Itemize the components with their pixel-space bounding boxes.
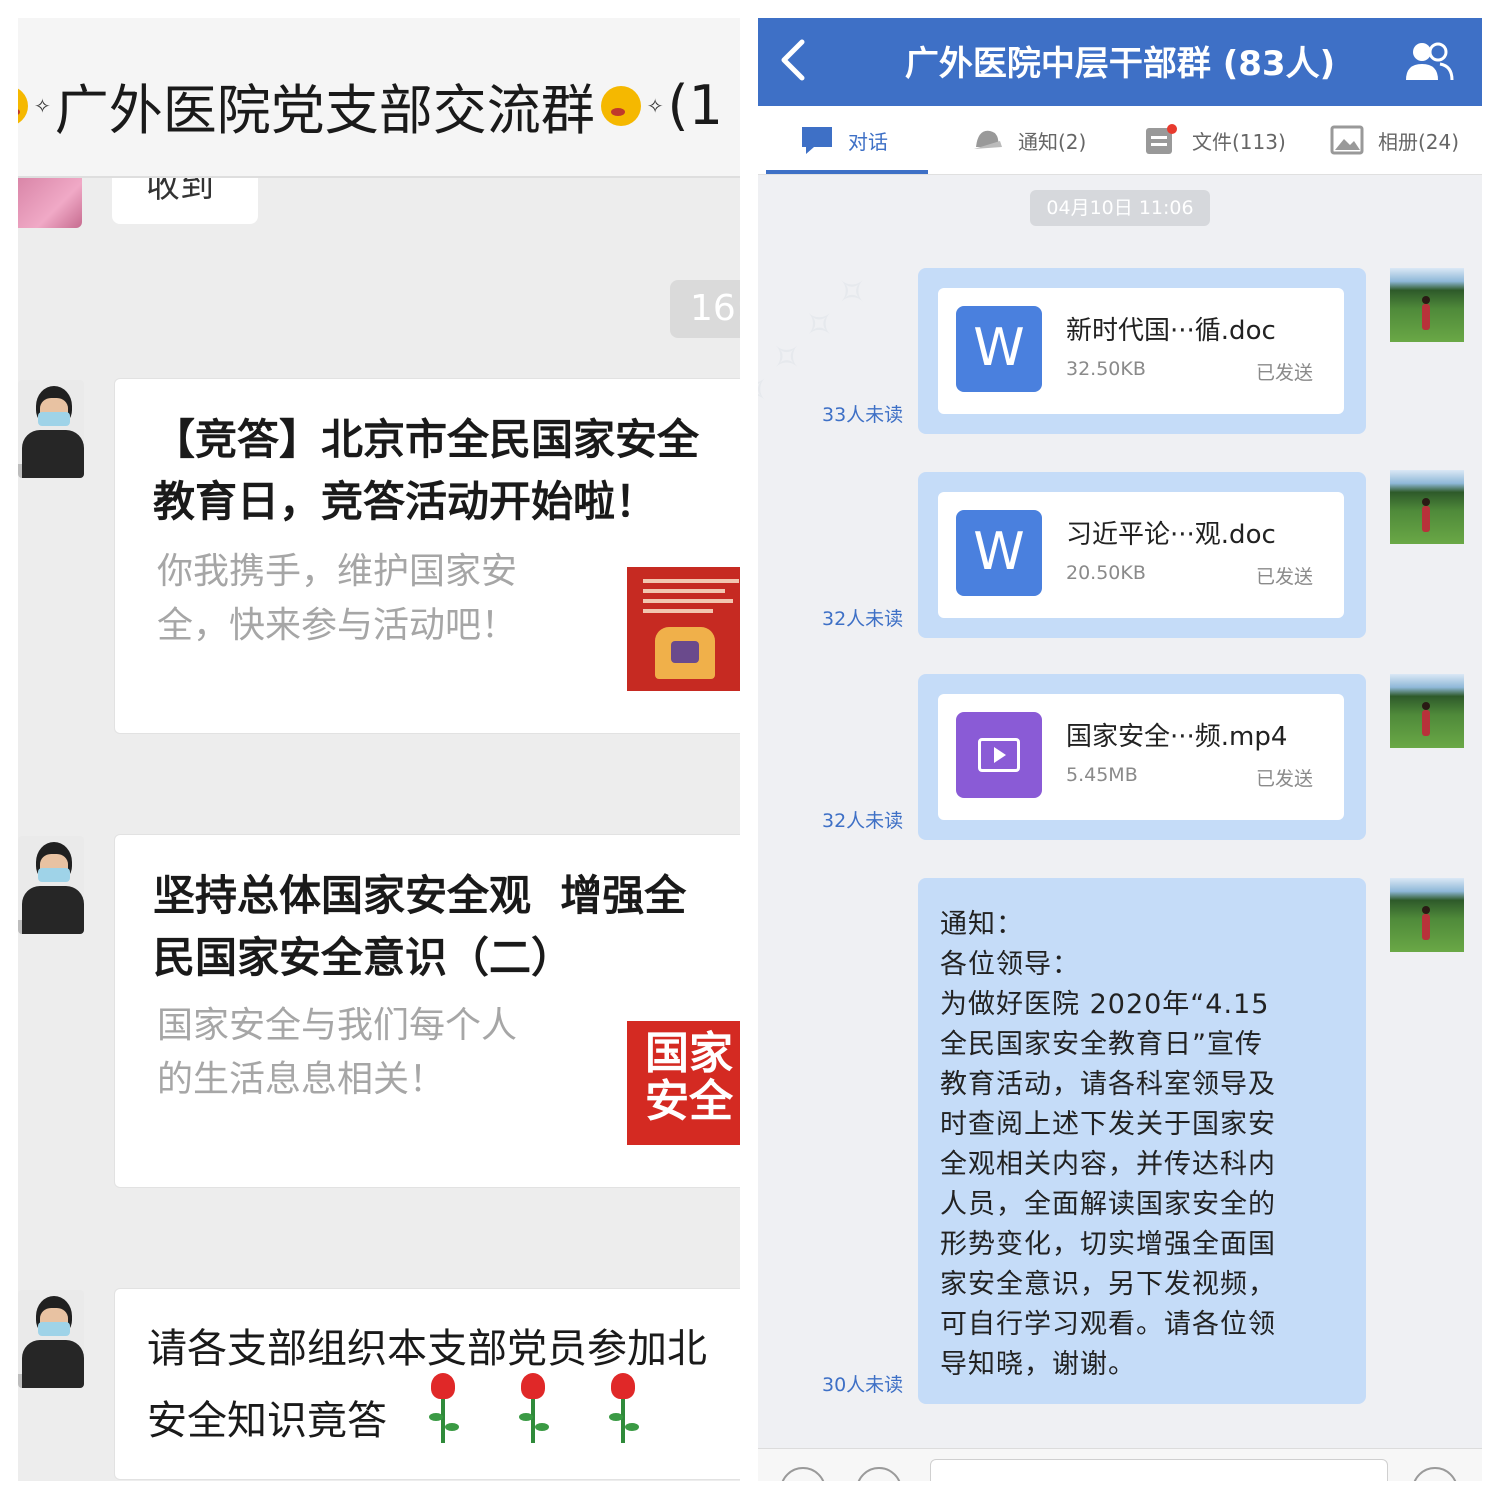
- article-description: 你我携手，维护国家安全，快来参与活动吧！: [157, 551, 518, 646]
- message-input-bar: [758, 1448, 1482, 1481]
- avatar[interactable]: [18, 380, 84, 478]
- message-line: 导知晓，谢谢。: [940, 1349, 1136, 1380]
- article-title: 【竞答】北京市全民国家安全教育日，竞答活动开始啦！: [153, 415, 700, 526]
- message-line: 为做好医院 2020年“4.15: [940, 989, 1270, 1020]
- tab-label: 文件(113): [1192, 129, 1286, 154]
- file-size: 20.50KB: [1066, 562, 1146, 584]
- file-name: 新时代国···循.doc: [1066, 316, 1276, 346]
- file-name: 习近平论···观.doc: [1066, 520, 1276, 550]
- file-card[interactable]: 国家安全···频.mp4 5.45MB 已发送: [938, 694, 1344, 820]
- right-chat-title: 广外医院中层干部群 (83人): [904, 44, 1336, 84]
- article-description: 国家安全与我们每个人的生活息息相关！: [157, 1005, 518, 1100]
- tab-files[interactable]: 文件(113): [1144, 106, 1286, 174]
- message-text: 收到: [146, 178, 214, 206]
- file-status: 已发送: [1256, 566, 1314, 588]
- rose-emoji-icon: [605, 1373, 641, 1443]
- message-input[interactable]: [930, 1459, 1388, 1481]
- file-name: 国家安全···频.mp4: [1066, 722, 1288, 752]
- message-line: 时查阅上述下发关于国家安: [940, 1109, 1276, 1140]
- message-line: 全民国家安全教育日”宣传: [940, 1029, 1263, 1060]
- message-line: 人员，全面解读国家安全的: [940, 1189, 1276, 1220]
- tab-chat[interactable]: 对话: [800, 106, 888, 174]
- right-chat-header: 广外医院中层干部群 (83人): [758, 18, 1482, 106]
- message-line: 教育活动，请各科室领导及: [940, 1069, 1276, 1100]
- tab-label: 相册(24): [1378, 129, 1460, 154]
- tab-notice[interactable]: 通知(2): [970, 106, 1086, 174]
- message-line: 形势变化，切实增强全面国: [940, 1229, 1276, 1260]
- file-card[interactable]: W 习近平论···观.doc 20.50KB 已发送: [938, 492, 1344, 618]
- left-chat-member-count: (1: [667, 74, 723, 137]
- file-size: 32.50KB: [1066, 358, 1146, 380]
- word-icon: W: [956, 306, 1042, 392]
- right-chat-screenshot: ✧ ✧ ✧ ✧ 广外医院中层干部群 (83人) 对话 通知(2) 文件(113)…: [758, 18, 1482, 1481]
- active-tab-indicator: [766, 170, 928, 174]
- article-thumbnail: [627, 567, 740, 691]
- avatar[interactable]: [18, 1290, 84, 1388]
- add-icon[interactable]: [856, 1467, 902, 1481]
- left-chat-title-row: ✧ 广外医院党支部交流群 ✧ (1: [18, 66, 723, 145]
- ribbon-icon: ✧: [34, 93, 51, 118]
- left-chat-title: 广外医院党支部交流群: [54, 79, 595, 142]
- avatar[interactable]: [1390, 268, 1464, 342]
- thumbnail-text: 国家: [645, 1028, 733, 1079]
- thumbnail-text: 安全: [645, 1076, 733, 1127]
- file-size: 5.45MB: [1066, 764, 1138, 786]
- message-line: 家安全意识，另下发视频，: [940, 1269, 1276, 1300]
- avatar[interactable]: [1390, 674, 1464, 748]
- emoji-icon[interactable]: [1412, 1467, 1458, 1481]
- watermark: ✧ ✧ ✧ ✧: [758, 263, 882, 419]
- file-status: 已发送: [1256, 768, 1314, 790]
- left-chat-titlebar: ✧ 广外医院党支部交流群 ✧ (1: [18, 18, 740, 178]
- tab-album[interactable]: 相册(24): [1330, 106, 1459, 174]
- file-status: 已发送: [1256, 362, 1314, 384]
- message-line: 全观相关内容，并传达科内: [940, 1149, 1276, 1180]
- left-chat-screenshot: ✧ 广外医院党支部交流群 ✧ (1 收到 16: 【竞答】北京市全民国家安全教育…: [18, 18, 740, 1481]
- timestamp-text: 16:: [690, 288, 740, 329]
- article-thumbnail: 国家 安全: [627, 1021, 740, 1145]
- right-chat-tabs: 对话 通知(2) 文件(113) 相册(24): [758, 106, 1482, 175]
- message-bubble[interactable]: 通知： 各位领导： 为做好医院 2020年“4.15 全民国家安全教育日”宣传 …: [918, 878, 1366, 1404]
- rose-emoji-icon: [425, 1373, 461, 1443]
- article-title: 坚持总体国家安全观 增强全民国家安全意识（二）: [153, 871, 687, 982]
- word-icon: W: [956, 510, 1042, 596]
- article-card[interactable]: 【竞答】北京市全民国家安全教育日，竞答活动开始啦！ 你我携手，维护国家安全，快来…: [114, 378, 740, 734]
- unread-count[interactable]: 33人未读: [822, 400, 903, 427]
- ribbon-icon: ✧: [646, 93, 664, 118]
- rose-emoji-icon: [515, 1373, 551, 1443]
- group-members-icon[interactable]: [1404, 40, 1454, 84]
- emoji-icon: [18, 85, 28, 126]
- timestamp: 16:: [670, 280, 740, 338]
- article-card[interactable]: 坚持总体国家安全观 增强全民国家安全意识（二） 国家安全与我们每个人的生活息息相…: [114, 834, 740, 1188]
- avatar[interactable]: [1390, 878, 1464, 952]
- message-bubble[interactable]: 请各支部组织本支部党员参加北 安全知识竟答: [114, 1288, 740, 1480]
- avatar[interactable]: [18, 178, 82, 228]
- video-icon: [956, 712, 1042, 798]
- unread-count[interactable]: 30人未读: [822, 1370, 903, 1397]
- voice-icon[interactable]: [780, 1467, 826, 1481]
- tab-label: 对话: [848, 129, 888, 154]
- kiss-emoji-icon: [600, 85, 641, 126]
- message-line: 各位领导：: [940, 949, 1080, 980]
- date-separator: 04月10日 11:06: [1030, 190, 1210, 226]
- message-line: 通知：: [940, 909, 1024, 940]
- photo-icon: [1330, 125, 1364, 155]
- tab-label: 通知(2): [1018, 129, 1087, 154]
- message-line: 可自行学习观看。请各位领: [940, 1309, 1276, 1340]
- unread-count[interactable]: 32人未读: [822, 604, 903, 631]
- message-bubble[interactable]: 收到: [112, 178, 258, 224]
- avatar[interactable]: [1390, 470, 1464, 544]
- bell-icon: [974, 130, 1002, 149]
- chat-icon: [802, 127, 832, 154]
- file-card[interactable]: W 新时代国···循.doc 32.50KB 已发送: [938, 288, 1344, 414]
- unread-count[interactable]: 32人未读: [822, 806, 903, 833]
- avatar[interactable]: [18, 836, 84, 934]
- file-icon: [1146, 124, 1177, 154]
